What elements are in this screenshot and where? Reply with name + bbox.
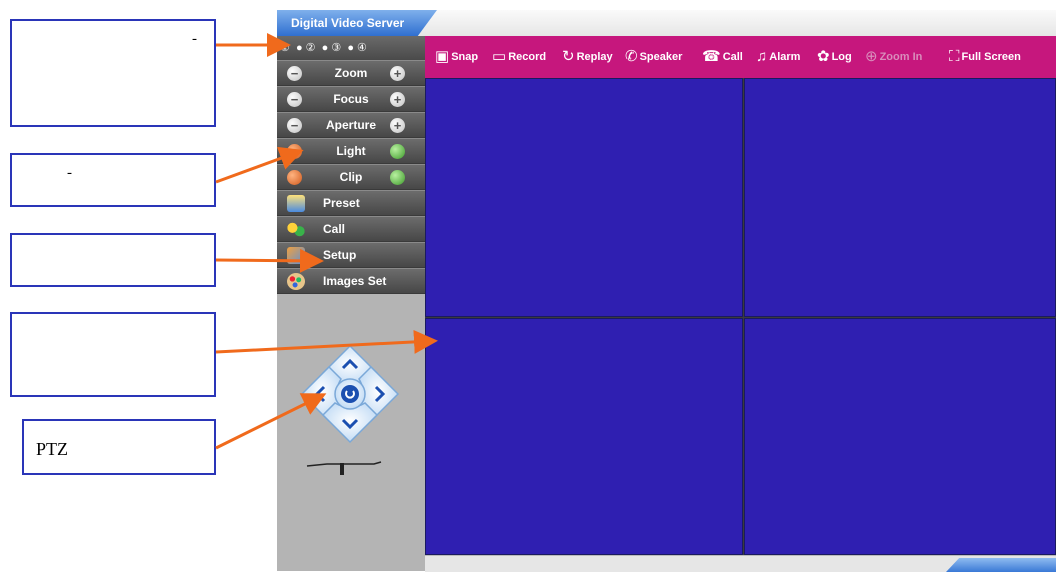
- annotation-arrows: [215, 33, 438, 450]
- arrow-light: [215, 146, 304, 184]
- arrow-setup: [215, 248, 324, 273]
- arrow-ptz: [215, 393, 327, 450]
- arrow-video: [215, 329, 438, 354]
